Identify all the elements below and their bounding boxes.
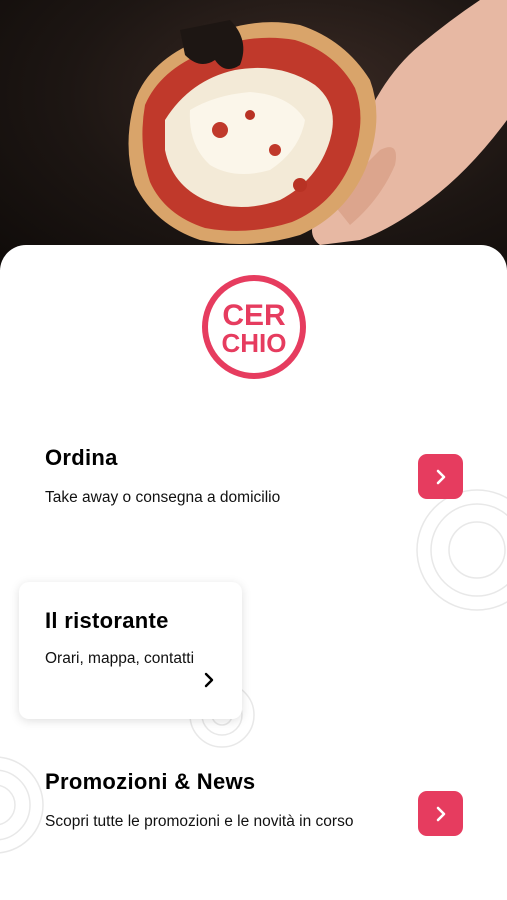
restaurant-title: Il ristorante (45, 608, 169, 633)
pizza-in-hand-illustration (128, 0, 507, 245)
chevron-right-icon (436, 469, 445, 484)
order-button[interactable] (418, 454, 463, 499)
restaurant-description: Orari, mappa, contatti (45, 650, 195, 667)
main-content: CER CHIO Ordina Take away o consegna a d… (0, 245, 507, 900)
logo-text-bottom: CHIO (222, 328, 287, 358)
hero-image (0, 0, 507, 270)
cerchio-logo: CER CHIO (199, 272, 309, 382)
restaurant-card[interactable]: Il ristorante Orari, mappa, contatti (19, 582, 242, 719)
promotions-button[interactable] (418, 791, 463, 836)
promotions-section[interactable]: Promozioni & News Scopri tutte le promoz… (45, 769, 365, 834)
order-section[interactable]: Ordina Take away o consegna a domicilio (45, 445, 385, 510)
order-title: Ordina (45, 445, 118, 470)
chevron-right-icon (204, 672, 214, 688)
promotions-title: Promozioni & News (45, 769, 256, 794)
chevron-right-icon (436, 806, 445, 821)
promotions-description: Scopri tutte le promozioni e le novità i… (45, 813, 354, 830)
order-description: Take away o consegna a domicilio (45, 489, 281, 506)
